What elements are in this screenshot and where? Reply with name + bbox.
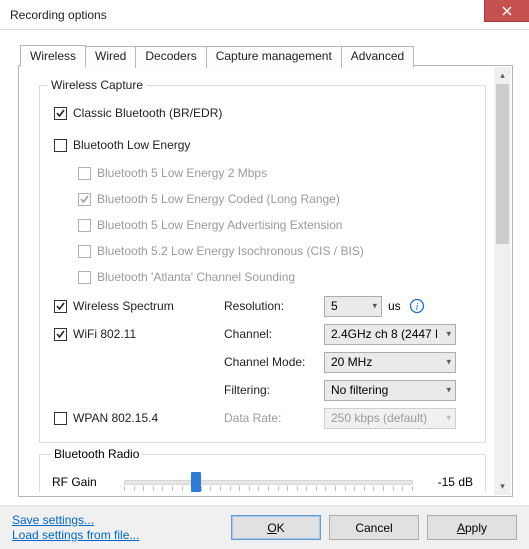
unit-resolution: us bbox=[388, 299, 401, 313]
ok-button[interactable]: OK bbox=[231, 515, 321, 540]
label-ble-coded: Bluetooth 5 Low Energy Coded (Long Range… bbox=[97, 192, 340, 206]
slider-track bbox=[124, 480, 413, 485]
tab-wired[interactable]: Wired bbox=[85, 46, 136, 68]
slider-ticks bbox=[124, 486, 413, 492]
title-bar: Recording options bbox=[0, 0, 529, 30]
tab-strip: Wireless Wired Decoders Capture manageme… bbox=[20, 44, 513, 66]
select-channel-value: 2.4GHz ch 8 (2447 MHz) bbox=[331, 327, 437, 341]
bluetooth-radio-group: Bluetooth Radio RF Gain -15 dB bbox=[39, 447, 486, 492]
select-resolution[interactable]: 5 ▾ bbox=[324, 296, 382, 317]
checkbox-wpan[interactable] bbox=[54, 412, 67, 425]
label-wpan: WPAN 802.15.4 bbox=[73, 411, 158, 425]
tab-decoders[interactable]: Decoders bbox=[135, 46, 206, 68]
label-classic-bt: Classic Bluetooth (BR/EDR) bbox=[73, 106, 222, 120]
dialog-body: Wireless Wired Decoders Capture manageme… bbox=[0, 30, 529, 505]
label-channel-mode: Channel Mode: bbox=[224, 355, 324, 369]
chevron-down-icon: ▾ bbox=[446, 385, 451, 396]
cancel-button[interactable]: Cancel bbox=[329, 515, 419, 540]
checkbox-spectrum[interactable] bbox=[54, 300, 67, 313]
checkbox-ble-atlanta bbox=[78, 271, 91, 284]
value-rf-gain: -15 dB bbox=[423, 475, 473, 489]
tab-panel: Wireless Capture Classic Bluetooth (BR/E… bbox=[18, 65, 513, 497]
scrollbar-thumb[interactable] bbox=[496, 84, 509, 244]
bluetooth-radio-legend: Bluetooth Radio bbox=[52, 447, 141, 461]
chevron-down-icon: ▾ bbox=[446, 413, 451, 424]
info-icon[interactable]: i bbox=[409, 298, 425, 314]
label-ble-atlanta: Bluetooth 'Atlanta' Channel Sounding bbox=[97, 270, 295, 284]
label-datarate: Data Rate: bbox=[224, 411, 324, 425]
wireless-capture-group: Wireless Capture Classic Bluetooth (BR/E… bbox=[39, 78, 486, 443]
link-load-settings[interactable]: Load settings from file... bbox=[12, 528, 139, 543]
slider-rf-gain[interactable] bbox=[124, 469, 413, 492]
select-channel-mode-value: 20 MHz bbox=[331, 355, 372, 369]
tab-content: Wireless Capture Classic Bluetooth (BR/E… bbox=[25, 70, 492, 492]
wireless-capture-legend: Wireless Capture bbox=[48, 78, 146, 92]
tab-advanced[interactable]: Advanced bbox=[341, 46, 414, 68]
select-channel[interactable]: 2.4GHz ch 8 (2447 MHz) ▾ bbox=[324, 324, 456, 345]
checkbox-ble-2mbps bbox=[78, 167, 91, 180]
label-ble-advext: Bluetooth 5 Low Energy Advertising Exten… bbox=[97, 218, 342, 232]
label-wifi: WiFi 802.11 bbox=[73, 327, 136, 341]
scroll-down-icon[interactable]: ▾ bbox=[494, 478, 511, 495]
select-datarate: 250 kbps (default) ▾ bbox=[324, 408, 456, 429]
label-channel: Channel: bbox=[224, 327, 324, 341]
select-filtering[interactable]: No filtering ▾ bbox=[324, 380, 456, 401]
tab-capture-management[interactable]: Capture management bbox=[206, 46, 342, 68]
slider-thumb[interactable] bbox=[191, 472, 201, 492]
close-button[interactable] bbox=[484, 0, 529, 22]
vertical-scrollbar[interactable]: ▴ ▾ bbox=[494, 67, 511, 495]
select-resolution-value: 5 bbox=[331, 299, 338, 313]
label-ble-2mbps: Bluetooth 5 Low Energy 2 Mbps bbox=[97, 166, 267, 180]
scroll-up-icon[interactable]: ▴ bbox=[494, 67, 511, 84]
apply-button[interactable]: Apply bbox=[427, 515, 517, 540]
tab-wireless[interactable]: Wireless bbox=[20, 45, 86, 67]
checkbox-classic-bt[interactable] bbox=[54, 107, 67, 120]
checkbox-ble-iso bbox=[78, 245, 91, 258]
label-ble-iso: Bluetooth 5.2 Low Energy Isochronous (CI… bbox=[97, 244, 364, 258]
window-title: Recording options bbox=[10, 8, 107, 22]
close-icon bbox=[502, 6, 512, 16]
checkbox-ble-advext bbox=[78, 219, 91, 232]
chevron-down-icon: ▾ bbox=[446, 357, 451, 368]
dialog-footer: Save settings... Load settings from file… bbox=[0, 505, 529, 549]
chevron-down-icon: ▾ bbox=[372, 301, 377, 312]
select-datarate-value: 250 kbps (default) bbox=[331, 411, 427, 425]
checkbox-wifi[interactable] bbox=[54, 328, 67, 341]
label-ble: Bluetooth Low Energy bbox=[73, 138, 190, 152]
select-channel-mode[interactable]: 20 MHz ▾ bbox=[324, 352, 456, 373]
checkbox-ble[interactable] bbox=[54, 139, 67, 152]
link-save-settings[interactable]: Save settings... bbox=[12, 513, 139, 528]
label-spectrum: Wireless Spectrum bbox=[73, 299, 174, 313]
checkbox-ble-coded bbox=[78, 193, 91, 206]
label-rf-gain: RF Gain bbox=[52, 475, 114, 489]
select-filtering-value: No filtering bbox=[331, 383, 388, 397]
label-filtering: Filtering: bbox=[224, 383, 324, 397]
chevron-down-icon: ▾ bbox=[446, 329, 451, 340]
svg-text:i: i bbox=[415, 302, 418, 313]
label-resolution: Resolution: bbox=[224, 299, 324, 313]
